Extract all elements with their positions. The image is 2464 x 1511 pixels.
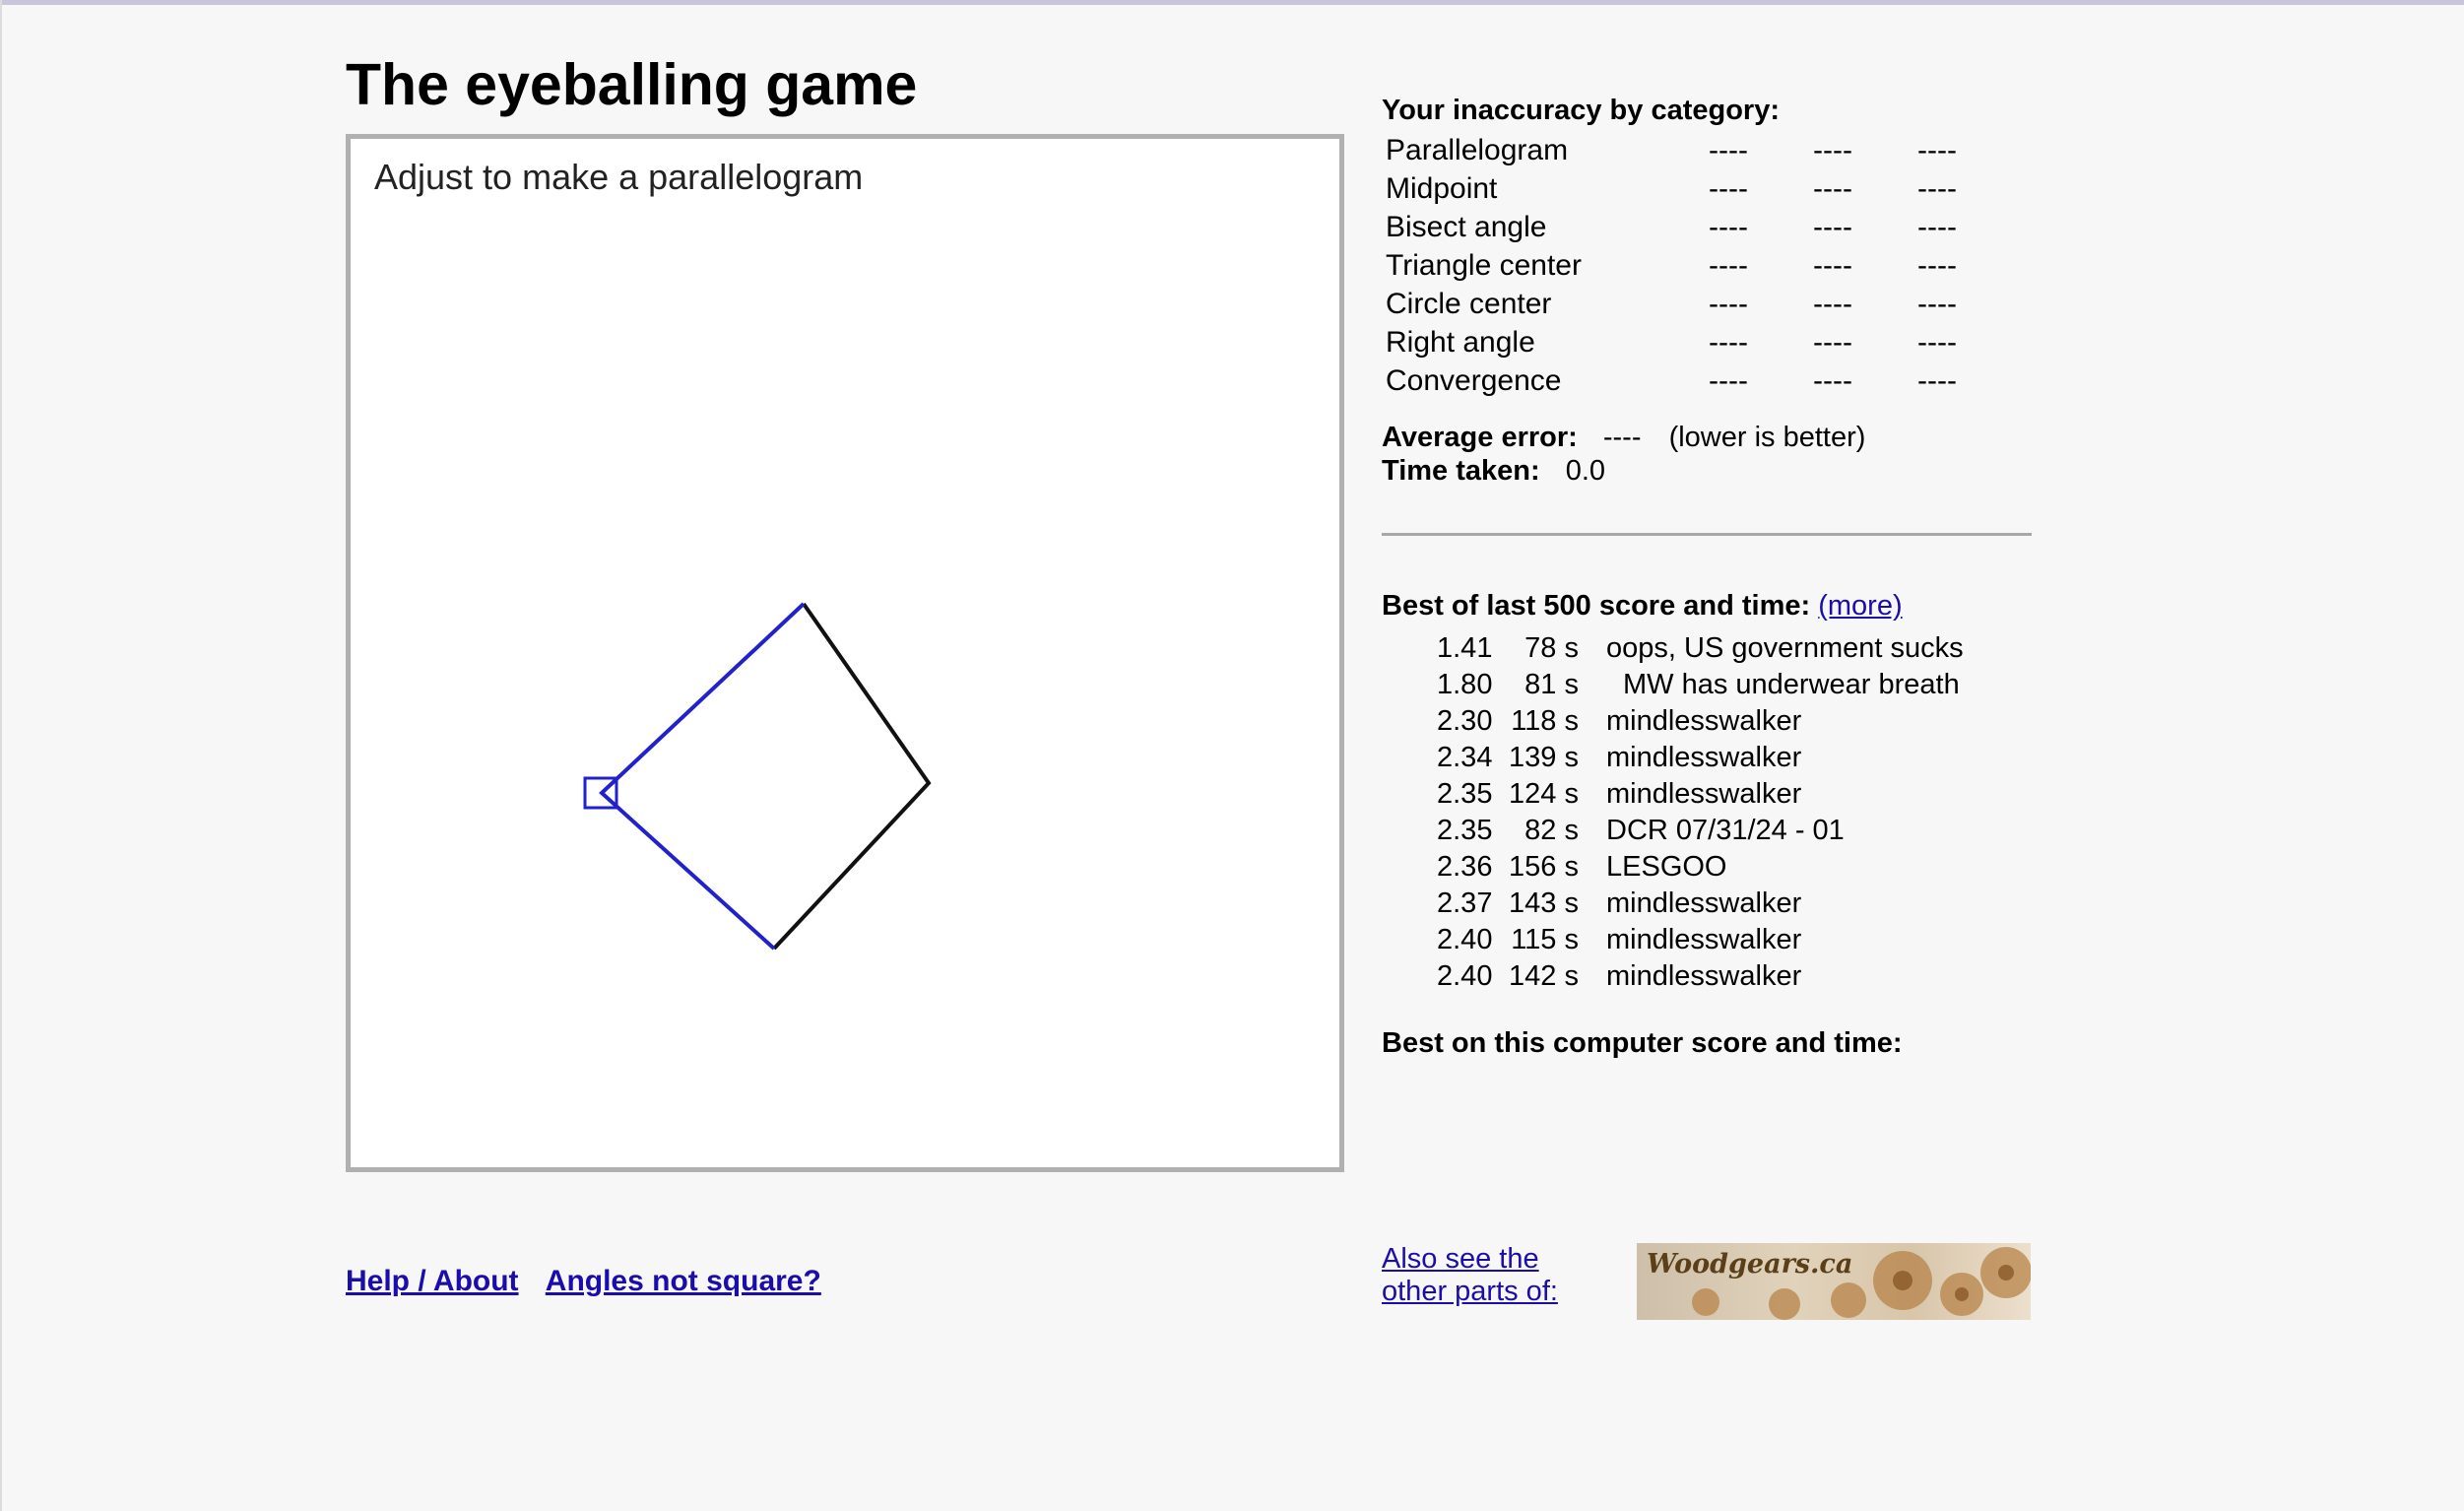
fixed-edges: [772, 602, 932, 951]
woodgears-banner[interactable]: Woodgears.ca: [1637, 1243, 2031, 1320]
category-value: ----: [1917, 288, 1957, 320]
category-value: ----: [1917, 134, 1957, 166]
time-taken: Time taken: 0.0: [1382, 455, 1605, 488]
category-value: ----: [1813, 211, 1852, 243]
average-error-value: ----: [1602, 422, 1642, 453]
category-value: ----: [1709, 326, 1748, 359]
score-player-name: mindlesswalker: [1606, 924, 1802, 955]
more-link[interactable]: (more): [1818, 590, 1902, 622]
category-name: Triangle center: [1386, 249, 1582, 282]
score-time: 142 s: [1509, 960, 1579, 992]
angles-not-square-link[interactable]: Angles not square?: [546, 1265, 821, 1297]
inaccuracy-heading: Your inaccuracy by category:: [1382, 95, 1781, 126]
best-scores-heading: Best of last 500 score and time: (more): [1382, 590, 1903, 623]
score-player-name: mindlesswalker: [1606, 960, 1802, 992]
category-name: Bisect angle: [1386, 211, 1547, 243]
category-value: ----: [1813, 364, 1852, 397]
top-border: [0, 0, 2464, 5]
score-time: 139 s: [1509, 742, 1579, 773]
page-title: The eyeballing game: [346, 52, 918, 117]
adjustable-edges: [599, 602, 806, 951]
category-name: Convergence: [1386, 364, 1562, 397]
category-value: ----: [1709, 288, 1748, 320]
score-player-name: mindlesswalker: [1606, 887, 1802, 919]
category-name: Midpoint: [1386, 172, 1498, 205]
game-canvas[interactable]: Adjust to make a parallelogram: [346, 134, 1344, 1172]
score-player-name: mindlesswalker: [1606, 778, 1802, 810]
category-value: ----: [1917, 326, 1957, 359]
category-value: ----: [1813, 288, 1852, 320]
score-player-name: MW has underwear breath: [1623, 669, 1960, 700]
category-value: ----: [1709, 172, 1748, 205]
parallelogram-shape[interactable]: [351, 139, 1339, 1167]
category-value: ----: [1709, 249, 1748, 282]
time-taken-label: Time taken:: [1382, 455, 1540, 487]
score-time: 82 s: [1524, 815, 1579, 846]
category-name: Parallelogram: [1386, 134, 1569, 166]
category-value: ----: [1917, 172, 1957, 205]
category-value: ----: [1813, 249, 1852, 282]
footer-links: Help / About Angles not square?: [346, 1265, 841, 1298]
category-value: ----: [1709, 134, 1748, 166]
score-time: 143 s: [1509, 887, 1579, 919]
score-time: 78 s: [1524, 632, 1579, 664]
score-player-name: LESGOO: [1606, 851, 1727, 883]
score-time: 115 s: [1511, 924, 1579, 955]
average-error: Average error: ---- (lower is better): [1382, 422, 1865, 454]
help-about-link[interactable]: Help / About: [346, 1265, 519, 1297]
also-see-link-block: Also see the other parts of:: [1382, 1243, 1558, 1308]
left-border: [0, 0, 2, 1511]
category-name: Right angle: [1386, 326, 1535, 359]
score-time: 118 s: [1511, 705, 1579, 737]
score-player-name: mindlesswalker: [1606, 705, 1802, 737]
score-time: 81 s: [1524, 669, 1579, 700]
category-value: ----: [1709, 211, 1748, 243]
time-taken-value: 0.0: [1565, 455, 1606, 487]
best-computer-heading: Best on this computer score and time:: [1382, 1027, 1903, 1059]
score-time: 156 s: [1509, 851, 1579, 883]
also-see-line2: other parts of:: [1382, 1276, 1558, 1307]
score-player-name: oops, US government sucks: [1606, 632, 1964, 664]
category-value: ----: [1709, 364, 1748, 397]
score-time: 124 s: [1509, 778, 1579, 810]
banner-text: Woodgears.ca: [1647, 1249, 1853, 1280]
average-error-label: Average error:: [1382, 422, 1578, 453]
average-error-note: (lower is better): [1668, 422, 1866, 453]
best-scores-title: Best of last 500 score and time:: [1382, 590, 1811, 622]
category-value: ----: [1813, 326, 1852, 359]
category-name: Circle center: [1386, 288, 1552, 320]
category-value: ----: [1813, 172, 1852, 205]
score-player-name: DCR 07/31/24 - 01: [1606, 815, 1845, 846]
score-player-name: mindlesswalker: [1606, 742, 1802, 773]
also-see-link[interactable]: Also see the other parts of:: [1382, 1243, 1558, 1307]
category-value: ----: [1917, 211, 1957, 243]
also-see-line1: Also see the: [1382, 1243, 1539, 1275]
category-value: ----: [1813, 134, 1852, 166]
category-value: ----: [1917, 249, 1957, 282]
divider: [1382, 533, 2032, 536]
category-value: ----: [1917, 364, 1957, 397]
